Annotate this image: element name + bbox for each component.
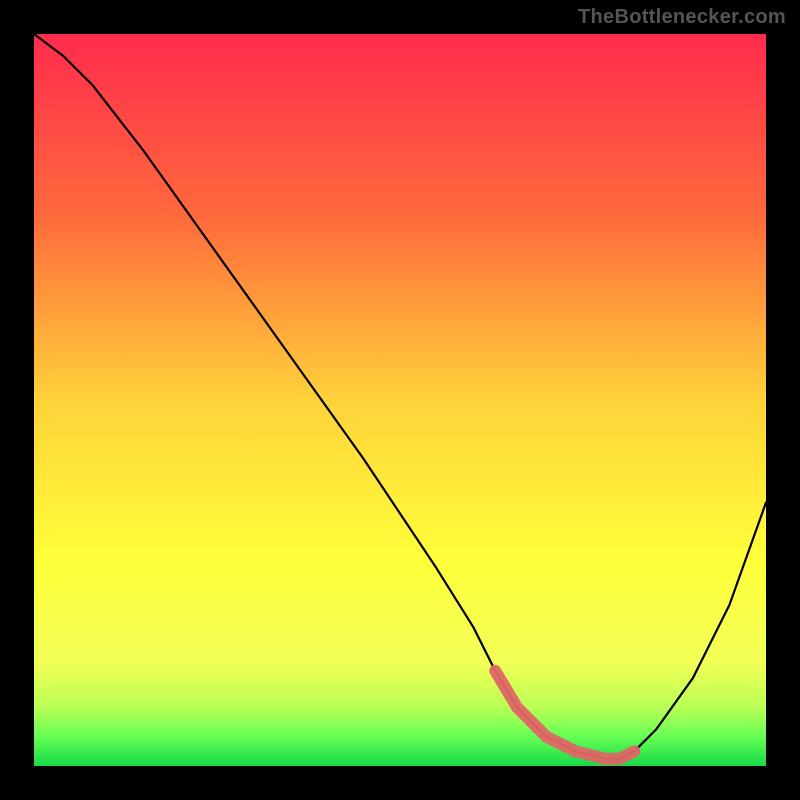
chart-svg (34, 34, 766, 766)
watermark-text: TheBottlenecker.com (578, 6, 786, 29)
chart-container: TheBottlenecker.com (0, 0, 800, 800)
plot-area (34, 34, 766, 766)
